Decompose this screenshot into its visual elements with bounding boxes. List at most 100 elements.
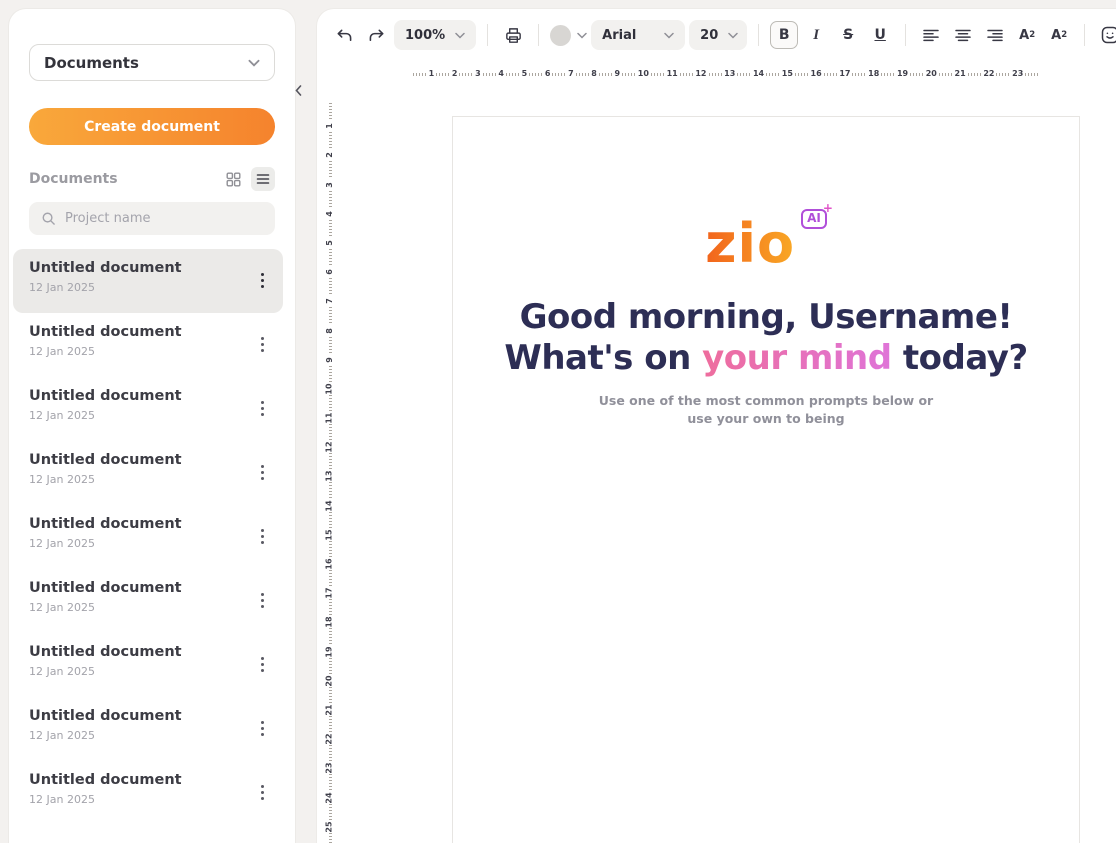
- align-center-button[interactable]: [949, 21, 977, 49]
- ruler-number: 6: [545, 70, 551, 78]
- ruler-ticks: [852, 73, 866, 76]
- document-list-item[interactable]: Untitled document 12 Jan 2025: [13, 697, 283, 761]
- doc-date: 12 Jan 2025: [29, 537, 182, 550]
- ruler-ticks: [329, 337, 332, 354]
- text-color-select[interactable]: [550, 25, 587, 46]
- ruler-ticks: [329, 628, 332, 645]
- ruler-ticks: [824, 73, 838, 76]
- doc-title: Untitled document: [29, 644, 182, 660]
- ruler-ticks: [599, 73, 613, 76]
- ruler-number: 7: [568, 70, 574, 78]
- search-icon: [41, 211, 56, 226]
- ruler-number: 9: [615, 70, 621, 78]
- document-list: Untitled document 12 Jan 2025 Untitled d…: [29, 249, 275, 825]
- underline-button[interactable]: U: [866, 21, 894, 49]
- document-menu-button[interactable]: [249, 708, 275, 748]
- doc-title: Untitled document: [29, 324, 182, 340]
- ruler-ticks: [709, 73, 723, 76]
- document-list-item[interactable]: Untitled document 12 Jan 2025: [13, 441, 283, 505]
- document-list-item[interactable]: Untitled document 12 Jan 2025: [13, 569, 283, 633]
- ruler-number: 15: [326, 529, 334, 540]
- doc-date: 12 Jan 2025: [29, 345, 182, 358]
- ruler-number: 21: [326, 704, 334, 715]
- document-menu-button[interactable]: [249, 772, 275, 812]
- documents-section-label: Documents: [29, 171, 118, 187]
- ruler-ticks: [939, 73, 953, 76]
- font-size-value: 20: [700, 28, 718, 43]
- emoji-icon[interactable]: [1096, 21, 1116, 49]
- document-menu-button[interactable]: [249, 260, 275, 300]
- align-right-button[interactable]: [981, 21, 1009, 49]
- greeting-line-1: Good morning, Username!: [453, 297, 1079, 338]
- document-list-item[interactable]: Untitled document 12 Jan 2025: [13, 377, 283, 441]
- ruler-ticks: [506, 73, 520, 76]
- chevron-down-icon: [455, 32, 465, 39]
- doc-title: Untitled document: [29, 516, 182, 532]
- subscript-button[interactable]: A2: [1045, 21, 1073, 49]
- ruler-number: 19: [897, 70, 908, 78]
- ruler-ticks: [329, 599, 332, 616]
- ruler-ticks: [795, 73, 809, 76]
- doc-date: 12 Jan 2025: [29, 665, 182, 678]
- document-menu-button[interactable]: [249, 452, 275, 492]
- create-document-button[interactable]: Create document: [29, 108, 275, 145]
- ruler-number: 9: [326, 357, 334, 363]
- align-left-button[interactable]: [917, 21, 945, 49]
- ruler-number: 11: [667, 70, 678, 78]
- document-menu-button[interactable]: [249, 388, 275, 428]
- list-view-icon[interactable]: [251, 167, 275, 191]
- redo-button[interactable]: [362, 21, 390, 49]
- ruler-number: 2: [452, 70, 458, 78]
- italic-button[interactable]: I: [802, 21, 830, 49]
- undo-button[interactable]: [330, 21, 358, 49]
- strikethrough-button[interactable]: S: [834, 21, 862, 49]
- editor-body: 1234567891011121314151617181920212223242…: [317, 87, 1116, 843]
- font-size-select[interactable]: 20: [689, 20, 747, 50]
- ruler-number: 20: [926, 70, 937, 78]
- workspace-selector-label: Documents: [44, 54, 139, 72]
- font-family-value: Arial: [602, 28, 636, 43]
- ruler-number: 15: [782, 70, 793, 78]
- collapse-sidebar-button[interactable]: [289, 80, 307, 100]
- document-page[interactable]: zio AI Good morning, Username! What's on…: [452, 116, 1080, 843]
- font-family-select[interactable]: Arial: [591, 20, 685, 50]
- zoom-select[interactable]: 100%: [394, 20, 476, 50]
- ruler-number: 22: [326, 734, 334, 745]
- ruler-number: 17: [839, 70, 850, 78]
- document-menu-button[interactable]: [249, 324, 275, 364]
- grid-view-icon[interactable]: [221, 167, 245, 191]
- document-list-item[interactable]: Untitled document 12 Jan 2025: [13, 505, 283, 569]
- toolbar-divider: [538, 24, 539, 46]
- greeting-heading: Good morning, Username! What's on your m…: [453, 297, 1079, 379]
- ruler-ticks: [329, 366, 332, 383]
- ruler-number: 13: [326, 471, 334, 482]
- ruler-ticks: [552, 73, 566, 76]
- doc-title: Untitled document: [29, 708, 182, 724]
- ruler-ticks: [329, 774, 332, 791]
- document-list-item[interactable]: Untitled document 12 Jan 2025: [13, 761, 283, 825]
- horizontal-ruler: 1234567891011121314151617181920212223: [317, 61, 1116, 87]
- document-menu-button[interactable]: [249, 516, 275, 556]
- document-list-item[interactable]: Untitled document 12 Jan 2025: [13, 633, 283, 697]
- toolbar-divider: [905, 24, 906, 46]
- bold-button[interactable]: B: [770, 21, 798, 49]
- print-button[interactable]: [499, 21, 527, 49]
- ruler-ticks: [766, 73, 780, 76]
- superscript-button[interactable]: A2: [1013, 21, 1041, 49]
- document-menu-button[interactable]: [249, 580, 275, 620]
- doc-date: 12 Jan 2025: [29, 729, 182, 742]
- greeting-line-2: What's on your mind today?: [453, 338, 1079, 379]
- doc-title: Untitled document: [29, 260, 182, 276]
- ruler-ticks: [459, 73, 473, 76]
- document-menu-button[interactable]: [249, 644, 275, 684]
- ruler-ticks: [622, 73, 636, 76]
- ruler-number: 5: [522, 70, 528, 78]
- workspace-selector[interactable]: Documents: [29, 44, 275, 81]
- ruler-ticks: [329, 249, 332, 266]
- documents-list-header: Documents: [29, 167, 275, 191]
- document-list-item[interactable]: Untitled document 12 Jan 2025: [13, 249, 283, 313]
- search-input[interactable]: [65, 211, 263, 226]
- document-list-item[interactable]: Untitled document 12 Jan 2025: [13, 313, 283, 377]
- ruler-ticks: [329, 424, 332, 441]
- ruler-number: 10: [326, 383, 334, 394]
